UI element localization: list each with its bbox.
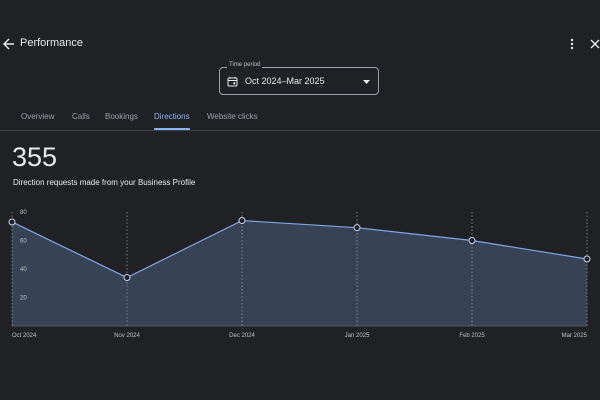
data-point bbox=[468, 237, 476, 244]
performance-panel: Performance Time period Oct 2024–Mar 202… bbox=[0, 0, 600, 400]
header: Performance bbox=[0, 30, 600, 58]
tab-bar: Overview Calls Bookings Directions Websi… bbox=[0, 104, 600, 131]
y-tick-label: 20 bbox=[20, 296, 27, 302]
x-tick-label: Dec 2024 bbox=[229, 333, 255, 339]
chevron-down-icon bbox=[363, 80, 370, 84]
total-count: 355 bbox=[12, 142, 58, 172]
data-point bbox=[353, 224, 361, 232]
tab-bookings[interactable]: Bookings bbox=[105, 112, 138, 130]
metric-description: Direction requests made from your Busine… bbox=[13, 178, 196, 187]
x-tick-label: Nov 2024 bbox=[114, 333, 140, 339]
calendar-icon bbox=[227, 76, 238, 87]
data-point bbox=[238, 217, 246, 225]
time-period-value: Oct 2024–Mar 2025 bbox=[245, 76, 325, 86]
x-tick-label: Jan 2025 bbox=[345, 333, 370, 339]
time-period-select[interactable]: Time period Oct 2024–Mar 2025 bbox=[219, 62, 379, 95]
data-point bbox=[583, 255, 591, 263]
more-vert-icon[interactable] bbox=[565, 35, 579, 53]
y-tick-label: 60 bbox=[20, 239, 27, 245]
time-period-label: Time period bbox=[227, 62, 263, 68]
x-tick-label: Oct 2024 bbox=[12, 333, 37, 339]
y-tick-label: 40 bbox=[20, 267, 27, 273]
x-tick-label: Feb 2025 bbox=[459, 333, 485, 339]
active-tab-indicator bbox=[154, 128, 190, 130]
tab-overview[interactable]: Overview bbox=[21, 112, 54, 130]
directions-chart: 20 40 60 80 Oct 2024 Nov 2024 Dec 2024 Jan 2025… bbox=[8, 210, 591, 339]
back-arrow-icon[interactable] bbox=[0, 35, 16, 53]
close-icon[interactable] bbox=[588, 35, 600, 53]
page-title: Performance bbox=[20, 37, 83, 49]
chart-area-fill bbox=[12, 220, 587, 326]
tab-calls[interactable]: Calls bbox=[72, 112, 90, 130]
data-point bbox=[123, 274, 131, 282]
x-tick-label: Mar 2025 bbox=[562, 333, 588, 339]
data-point bbox=[8, 218, 16, 226]
y-tick-label: 80 bbox=[20, 210, 27, 216]
tab-website-clicks[interactable]: Website clicks bbox=[207, 112, 258, 130]
